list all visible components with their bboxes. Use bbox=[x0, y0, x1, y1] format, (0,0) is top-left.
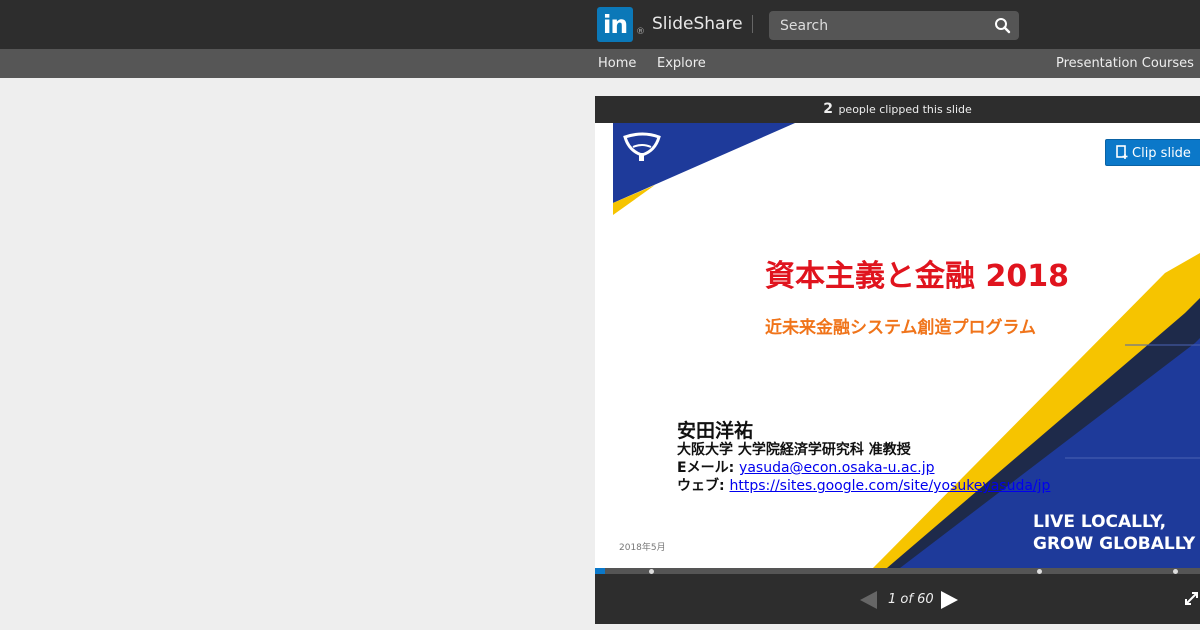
slide-web-line: ウェブ: https://sites.google.com/site/yosuk… bbox=[677, 475, 1050, 495]
nav-presentation-courses[interactable]: Presentation Courses bbox=[1056, 56, 1194, 71]
sub-navigation: Home Explore Presentation Courses bbox=[0, 49, 1200, 78]
search-box bbox=[769, 11, 1019, 40]
slide-subtitle: 近未来金融システム創造プログラム bbox=[765, 318, 1036, 338]
email-link[interactable]: yasuda@econ.osaka-u.ac.jp bbox=[739, 460, 934, 476]
slide-image[interactable]: Clip slide 資本主義と金融 2018 近未来金融システム創造プログラム… bbox=[595, 123, 1200, 568]
page-indicator: 1 of 60 bbox=[888, 592, 934, 607]
previous-slide-icon[interactable] bbox=[859, 590, 879, 610]
email-label: Eメール: bbox=[677, 460, 740, 476]
registered-mark: ® bbox=[636, 27, 645, 37]
brand-name[interactable]: SlideShare bbox=[652, 14, 743, 34]
slide-tagline: LIVE LOCALLY, GROW GLOBALLY bbox=[1033, 511, 1195, 555]
tagline-line-1: LIVE LOCALLY, bbox=[1033, 512, 1167, 532]
slide-affiliation: 大阪大学 大学院経済学研究科 准教授 bbox=[677, 442, 911, 458]
next-slide-icon[interactable] bbox=[939, 590, 959, 610]
nav-explore[interactable]: Explore bbox=[657, 56, 706, 71]
slide-date: 2018年5月 bbox=[619, 543, 666, 553]
top-header: in ® SlideShare bbox=[0, 0, 1200, 49]
clip-slide-button[interactable]: Clip slide bbox=[1105, 139, 1200, 166]
slide-title: 資本主義と金融 2018 bbox=[765, 259, 1069, 294]
web-label: ウェブ: bbox=[677, 478, 730, 494]
slide-email-line: Eメール: yasuda@econ.osaka-u.ac.jp bbox=[677, 457, 935, 477]
clip-slide-label: Clip slide bbox=[1132, 146, 1191, 161]
clip-count: 2 bbox=[823, 101, 833, 117]
linkedin-logo[interactable]: in bbox=[597, 7, 633, 42]
search-input[interactable] bbox=[769, 11, 995, 40]
brand-divider bbox=[752, 15, 753, 33]
search-icon[interactable] bbox=[994, 17, 1011, 34]
nav-home[interactable]: Home bbox=[598, 56, 636, 71]
web-link[interactable]: https://sites.google.com/site/yosukeyasu… bbox=[729, 478, 1050, 494]
clip-icon bbox=[1116, 145, 1128, 159]
clip-count-bar: 2 people clipped this slide bbox=[595, 96, 1200, 123]
clip-count-text: people clipped this slide bbox=[838, 103, 972, 116]
fullscreen-icon[interactable] bbox=[1183, 590, 1200, 607]
slide-background-art bbox=[613, 123, 1200, 568]
player-controls: 1 of 60 bbox=[595, 574, 1200, 624]
slide-player: 2 people clipped this slide Clip slide 資… bbox=[595, 96, 1200, 624]
tagline-line-2: GROW GLOBALLY bbox=[1033, 534, 1196, 554]
